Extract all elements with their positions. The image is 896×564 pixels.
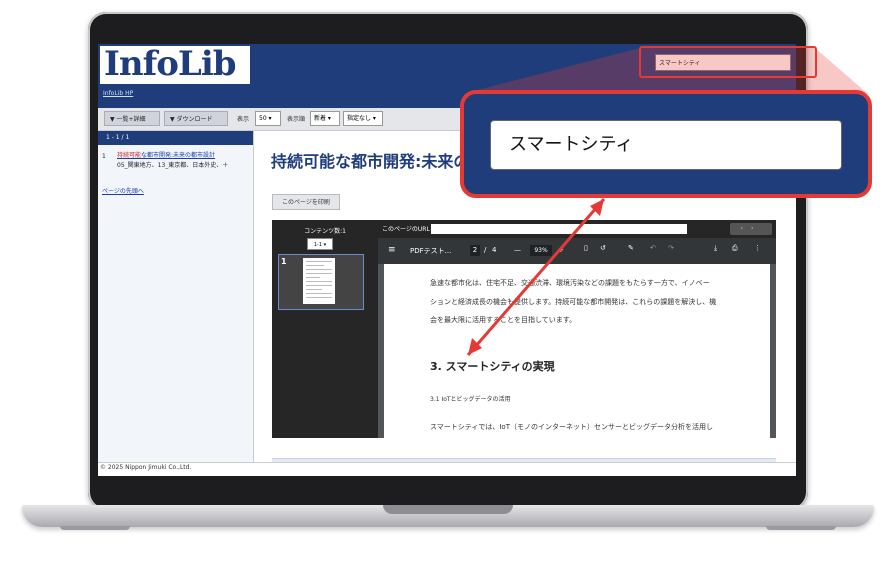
callout-overlay [462,48,868,356]
magnified-search-callout: スマートシティ [460,90,872,198]
search-highlight-outline [639,46,817,78]
callout-arrow-line [466,198,606,356]
magnified-search-input: スマートシティ [490,120,842,170]
